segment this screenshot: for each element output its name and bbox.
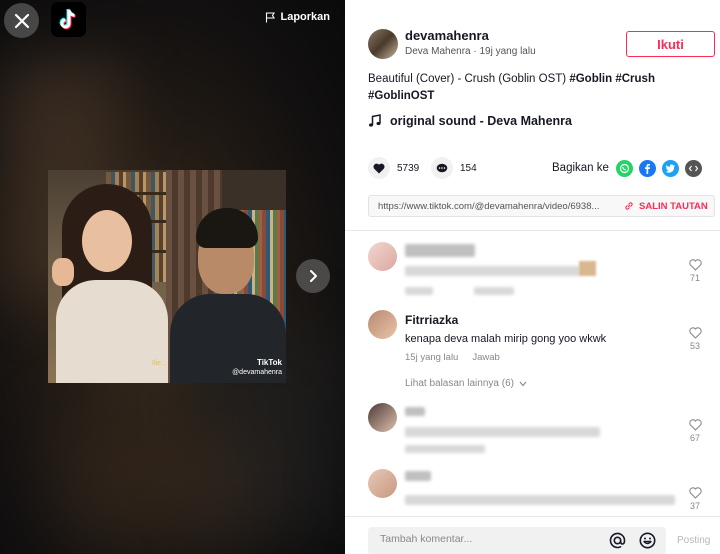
background-blur [60,420,260,540]
watermark-handle: @devamahenra [232,368,282,376]
blurred-comment-meta [474,287,514,295]
flag-icon [266,11,276,22]
facebook-icon [645,164,650,174]
close-icon [14,13,29,28]
link-icon [625,202,633,210]
video-player[interactable]: Laporkan Ilie... TikTok @devamahenra [0,0,345,554]
comment-like-count: 71 [689,273,700,283]
heart-outline-icon [688,419,702,431]
music-note-icon [369,114,381,127]
like-action: 5739 [368,157,419,179]
comment-like-button[interactable]: 37 [685,487,705,511]
comment-icon [436,163,448,172]
embed-share-button[interactable] [685,160,702,177]
comment-meta: 15j yang lalu Jawab [405,352,500,363]
blurred-username [405,244,475,257]
report-button[interactable]: Laporkan [265,11,330,23]
post-comment-button[interactable]: Posting [677,535,710,546]
person-woman-hand [52,258,74,286]
video-frame[interactable]: Ilie... TikTok @devamahenra [48,170,286,383]
whatsapp-icon [619,163,630,174]
author-avatar[interactable] [368,29,398,59]
embed-icon [688,165,699,172]
share-link-box: https://www.tiktok.com/@devamahenra/vide… [368,195,715,217]
twitter-share-button[interactable] [662,160,679,177]
facebook-share-button[interactable] [639,160,656,177]
comment-username[interactable]: Fitrriazka [405,313,458,327]
blurred-comment-meta [405,445,485,453]
view-more-replies-button[interactable]: Lihat balasan lainnya (6) [405,378,527,389]
comment-avatar[interactable] [368,403,397,432]
comment-text: kenapa deva malah mirip gong yoo wkwk [405,333,607,345]
action-bar: 5739 154 Bagikan ke [368,157,705,181]
twitter-icon [665,164,675,173]
heart-outline-icon [688,327,702,339]
share-label: Bagikan ke [552,162,609,174]
follow-button[interactable]: Ikuti [626,31,715,57]
share-link-url[interactable]: https://www.tiktok.com/@devamahenra/vide… [378,201,618,212]
tiktok-logo[interactable] [51,2,86,37]
comment-like-count: 67 [689,433,700,443]
blurred-username [405,471,431,481]
hashtag-link[interactable]: #GoblinOST [368,90,434,102]
chevron-right-icon [310,270,317,282]
more-replies-label: Lihat balasan lainnya (6) [405,378,514,389]
author-meta: Deva Mahenra · 19j yang lalu [405,46,536,57]
watermark-brand: TikTok [256,358,282,368]
blurred-comment-text [405,266,580,276]
description-text: Beautiful (Cover) - Crush (Goblin OST) [368,73,567,85]
sound-title: original sound - Deva Mahenra [390,114,572,128]
like-count: 5739 [397,162,420,174]
person-woman-face [82,210,132,272]
copy-link-label: SALIN TAUTAN [639,200,708,212]
report-label: Laporkan [280,11,330,23]
comment-like-button[interactable]: 67 [685,419,705,443]
mention-icon[interactable] [608,531,627,550]
comment-input[interactable] [380,533,590,545]
chevron-down-icon [519,381,527,386]
next-video-button[interactable] [296,259,330,293]
comment-list[interactable]: 71 Fitrriazka kenapa deva malah mirip go… [345,231,720,516]
sound-link[interactable]: original sound - Deva Mahenra [368,114,572,128]
whatsapp-share-button[interactable] [616,160,633,177]
author-username[interactable]: devamahenra [405,28,489,43]
video-description: Beautiful (Cover) - Crush (Goblin OST) #… [368,71,698,105]
hashtag-link[interactable]: #Goblin [569,73,612,85]
copy-link-button[interactable]: SALIN TAUTAN [624,201,708,212]
blurred-comment-text [405,427,600,437]
person-woman-body [56,280,168,383]
tiktok-logo-icon [59,8,76,29]
comment-like-count: 53 [689,341,700,351]
like-button[interactable] [368,157,390,179]
blurred-username [405,407,425,416]
comment-time: 15j yang lalu [405,352,459,363]
blurred-comment-text [405,495,675,505]
emoji-icon[interactable] [638,531,657,550]
comment-like-count: 37 [689,501,700,511]
comment-count: 154 [460,162,477,174]
hashtag-link[interactable]: #Crush [615,73,655,85]
comment-avatar[interactable] [368,469,397,498]
details-panel: devamahenra Deva Mahenra · 19j yang lalu… [345,0,720,554]
comment-like-button[interactable]: 71 [685,259,705,283]
blurred-emoji [579,261,596,276]
comment-avatar[interactable] [368,242,397,271]
comment-input-wrapper [368,527,666,554]
comment-like-button[interactable]: 53 [685,327,705,351]
video-watermark: TikTok @devamahenra [232,358,282,377]
heart-outline-icon [688,259,702,271]
heart-icon [373,163,385,173]
heart-outline-icon [688,487,702,499]
close-button[interactable] [4,3,39,38]
comment-button[interactable] [431,157,453,179]
blurred-comment-meta [405,287,433,295]
comment-avatar[interactable] [368,310,397,339]
video-subtitle: Ilie... [152,360,167,367]
reply-button[interactable]: Jawab [472,352,499,363]
comment-action: 154 [431,157,477,179]
comment-composer: Posting [345,516,720,554]
